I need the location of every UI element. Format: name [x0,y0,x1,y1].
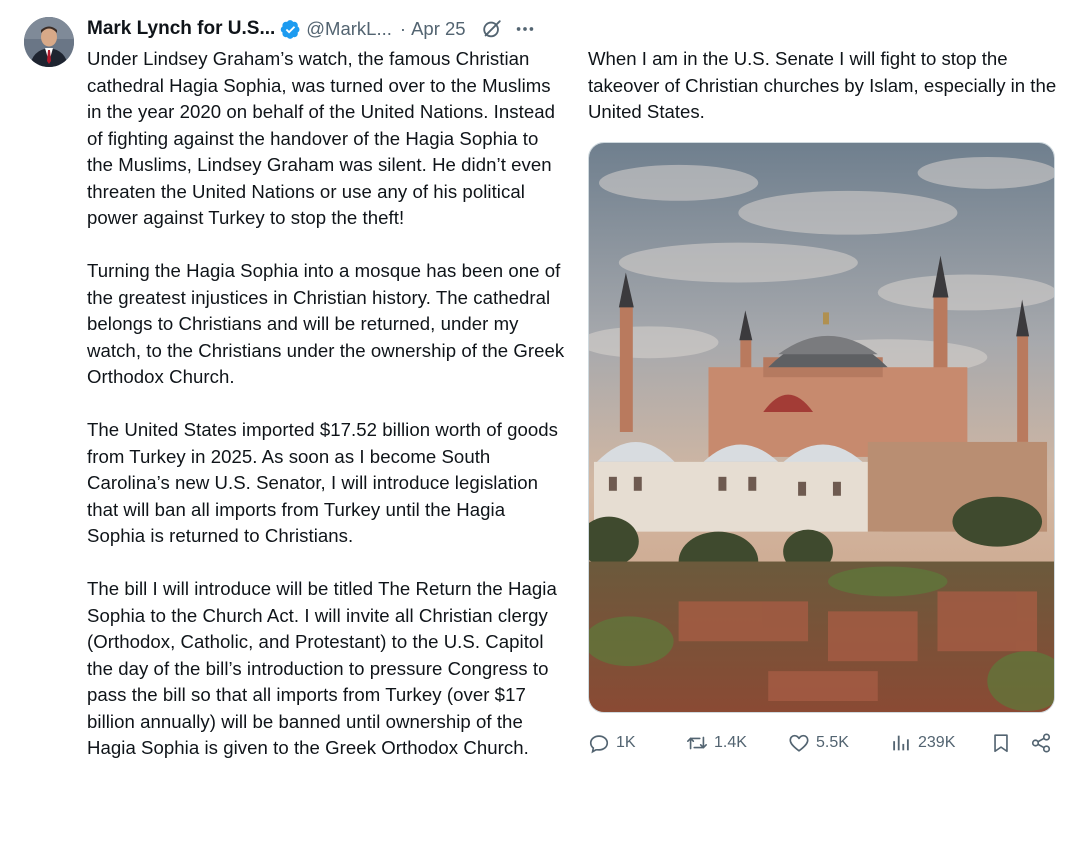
author-name[interactable]: Mark Lynch for U.S... [87,18,275,40]
post-paragraph: Turning the Hagia Sophia into a mosque h… [87,260,565,387]
author-handle[interactable]: @MarkL... [306,18,392,40]
views-icon [893,735,909,751]
repost-icon [687,736,707,750]
repost-button[interactable]: 1.4K [686,728,747,758]
like-icon [789,734,809,752]
more-options-icon[interactable] [514,18,536,40]
avatar[interactable] [24,17,74,67]
post-paragraph: The bill I will introduce will be titled… [87,578,557,758]
avatar-image [24,17,74,67]
post-continuation: When I am in the U.S. Senate I will figh… [588,48,1057,122]
views-count: 239K [918,734,956,751]
post-date[interactable]: Apr 25 [411,18,466,40]
like-count: 5.5K [816,734,849,751]
hagia-sophia-photo [589,143,1054,712]
post-paragraph: The United States imported $17.52 billio… [87,419,559,546]
share-button[interactable] [1030,728,1052,758]
like-button[interactable]: 5.5K [788,728,849,758]
reply-button[interactable]: 1K [588,728,636,758]
action-bar: 1K 1.4K 5.5K 239K [588,728,1055,758]
views-button[interactable]: 239K [890,728,955,758]
bookmark-button[interactable] [990,728,1012,758]
post-image[interactable] [588,142,1055,713]
repost-count: 1.4K [714,734,747,751]
bookmark-icon [994,734,1008,753]
post-paragraph: Under Lindsey Graham’s watch, the famous… [87,48,556,228]
verified-badge-icon[interactable] [280,19,301,40]
reply-count: 1K [616,734,636,751]
reply-icon [589,735,609,754]
post-body: Under Lindsey Graham’s watch, the famous… [87,46,565,762]
separator-dot: · [399,18,407,39]
grok-icon[interactable] [481,18,503,40]
post-header: Mark Lynch for U.S... @MarkL... · Apr 25 [87,16,536,42]
share-icon [1031,733,1051,753]
